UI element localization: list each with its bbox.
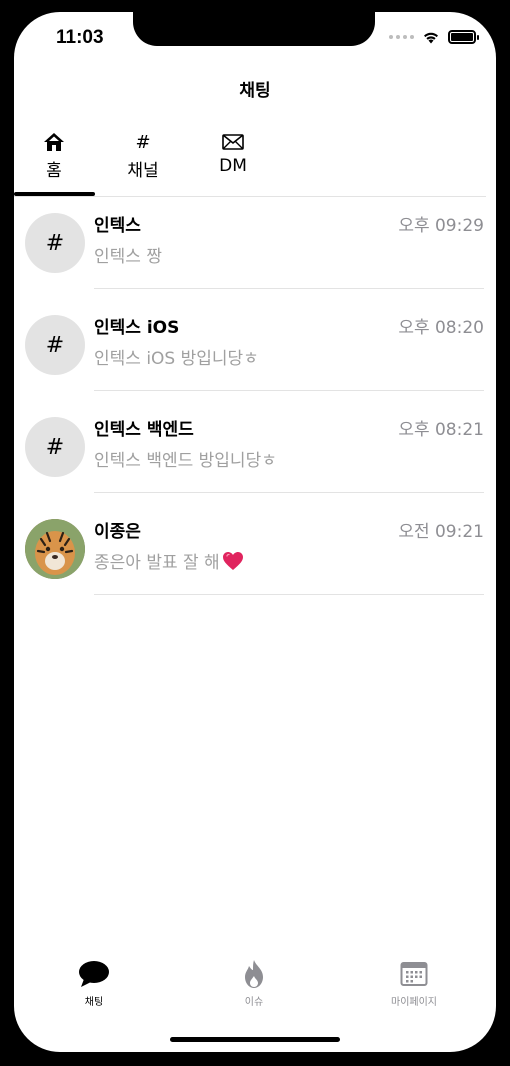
chat-row-intex-backend[interactable]: # 인텍스 백엔드 오후 08:21 인텍스 백엔드 방입니당ㅎ — [14, 401, 496, 503]
home-indicator[interactable] — [170, 1037, 340, 1042]
chat-name: 인텍스 iOS — [94, 318, 180, 338]
chat-list: # 인텍스 오후 09:29 인텍스 짱 # 인텍스 iOS 오후 08:20 … — [14, 197, 496, 605]
chat-row-lee-jongeun[interactable]: 이종은 오전 09:21 종은아 발표 잘 해 — [14, 503, 496, 605]
channel-avatar: # — [25, 315, 85, 375]
chat-preview: 인텍스 짱 — [94, 247, 162, 267]
tab-selection-indicator — [14, 192, 95, 196]
chat-time: 오후 09:29 — [398, 216, 484, 236]
screen: 11:03 채팅 홈 # 채널 DM # 인텍스 오후 09:29 인텍스 짱 … — [14, 12, 496, 1052]
chat-name: 인텍스 백엔드 — [94, 420, 194, 440]
tabbar-item-chat[interactable]: 채팅 — [44, 957, 144, 1008]
channel-avatar: # — [25, 213, 85, 273]
top-tabs: 홈 # 채널 DM — [14, 130, 496, 196]
status-time: 11:03 — [56, 27, 104, 48]
flame-icon — [204, 957, 304, 991]
tabbar-label-mypage: 마이페이지 — [391, 997, 437, 1008]
calendar-icon — [364, 957, 464, 991]
divider — [94, 594, 484, 595]
hash-icon: # — [135, 131, 151, 153]
tab-channel[interactable]: # 채널 — [103, 130, 183, 182]
chat-row-intex-ios[interactable]: # 인텍스 iOS 오후 08:20 인텍스 iOS 방입니당ㅎ — [14, 299, 496, 401]
bottom-tab-bar: 채팅 이슈 마이페이지 — [14, 957, 496, 1017]
red-heart-icon — [222, 551, 243, 570]
cellular-signal-icon — [389, 35, 414, 39]
house-icon — [14, 130, 94, 154]
wifi-icon — [424, 32, 438, 44]
chat-preview-text: 종은아 발표 잘 해 — [94, 553, 220, 573]
status-indicators — [389, 30, 479, 44]
chat-name: 인텍스 — [94, 216, 141, 236]
phone-frame: 11:03 채팅 홈 # 채널 DM # 인텍스 오후 09:29 인텍스 짱 … — [0, 0, 510, 1066]
divider — [94, 288, 484, 289]
chat-time: 오후 08:21 — [398, 420, 484, 440]
channel-avatar: # — [25, 417, 85, 477]
battery-icon — [448, 30, 479, 44]
chat-time: 오전 09:21 — [398, 522, 484, 542]
user-avatar — [25, 519, 85, 579]
divider — [94, 390, 484, 391]
tabbar-item-issue[interactable]: 이슈 — [204, 957, 304, 1008]
divider — [94, 492, 484, 493]
page-title: 채팅 — [239, 81, 271, 101]
tabbar-item-mypage[interactable]: 마이페이지 — [364, 957, 464, 1008]
chat-preview: 종은아 발표 잘 해 — [94, 548, 244, 573]
tab-dm-label: DM — [219, 156, 247, 176]
chat-preview: 인텍스 iOS 방입니당ㅎ — [94, 349, 259, 369]
tab-home[interactable]: 홈 — [14, 130, 94, 181]
chat-name: 이종은 — [94, 522, 141, 542]
chat-bubble-icon — [44, 957, 144, 991]
notch — [133, 12, 375, 46]
chat-time: 오후 08:20 — [398, 318, 484, 338]
tab-dm[interactable]: DM — [193, 130, 273, 176]
chat-row-intex[interactable]: # 인텍스 오후 09:29 인텍스 짱 — [14, 197, 496, 299]
envelope-icon — [193, 130, 273, 154]
chat-preview: 인텍스 백엔드 방입니당ㅎ — [94, 451, 277, 471]
tab-home-label: 홈 — [46, 161, 62, 181]
tab-channel-label: 채널 — [127, 161, 159, 181]
tabbar-label-issue: 이슈 — [244, 997, 264, 1008]
tabbar-label-chat: 채팅 — [84, 997, 104, 1008]
